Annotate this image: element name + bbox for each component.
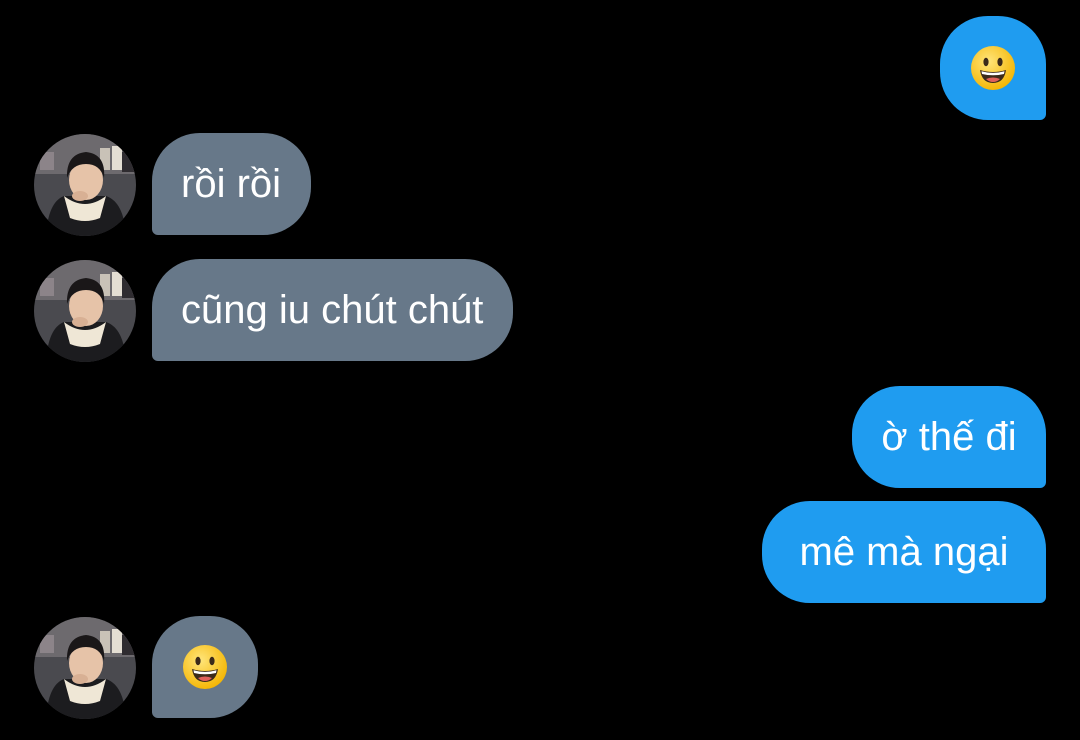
sent-message-bubble[interactable]: [940, 16, 1046, 120]
contact-avatar[interactable]: [34, 617, 136, 719]
message-text: cũng iu chút chút: [181, 288, 484, 332]
sent-message-bubble[interactable]: ờ thế đi: [852, 386, 1046, 488]
contact-avatar[interactable]: [34, 134, 136, 236]
grinning-face-emoji-icon: [970, 45, 1016, 91]
received-message-bubble[interactable]: [152, 616, 258, 718]
message-text: mê mà ngại: [799, 530, 1009, 574]
contact-avatar[interactable]: [34, 260, 136, 362]
received-message-bubble[interactable]: rồi rồi: [152, 133, 312, 235]
message-text: rồi rồi: [181, 162, 282, 206]
received-message-bubble[interactable]: cũng iu chút chút: [152, 259, 514, 361]
sent-message-bubble[interactable]: mê mà ngại: [762, 501, 1046, 603]
chat-thread: rồi rồi cũng iu chút chút ờ thế đi mê mà…: [0, 0, 1080, 740]
grinning-face-emoji-icon: [182, 644, 228, 690]
message-text: ờ thế đi: [881, 415, 1017, 459]
